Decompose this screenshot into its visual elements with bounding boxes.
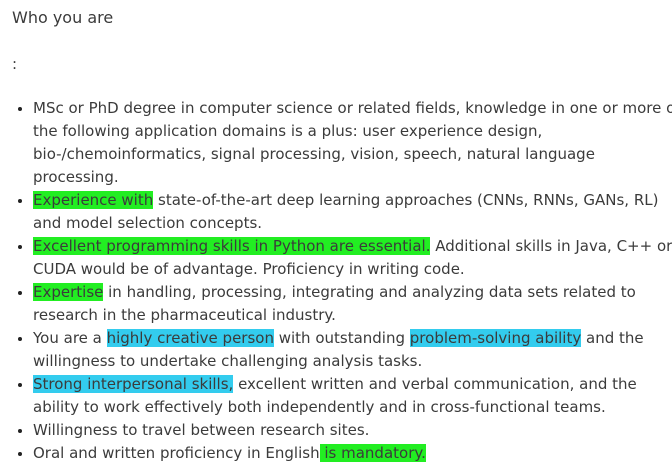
list-item-programming: Excellent programming skills in Python a…: [33, 235, 672, 281]
list-item-experience: Experience with state-of-the-art deep le…: [33, 189, 672, 235]
job-requirements-section: Who you are : MSc or PhD degree in compu…: [0, 0, 672, 462]
section-colon: :: [12, 55, 18, 73]
highlight-green: is mandatory.: [319, 444, 426, 462]
list-item-travel: Willingness to travel between research s…: [33, 419, 672, 442]
highlight-cyan: highly creative person: [106, 329, 274, 347]
section-heading: Who you are: [12, 8, 114, 27]
list-item-creative: You are a highly creative person with ou…: [33, 327, 672, 373]
item-text: MSc or PhD degree in computer science or…: [33, 99, 672, 186]
item-text: Oral and written proficiency in English: [33, 444, 320, 462]
list-item-degree: MSc or PhD degree in computer science or…: [33, 97, 672, 189]
requirements-list: MSc or PhD degree in computer science or…: [12, 97, 672, 465]
list-item-interpersonal: Strong interpersonal skills, excellent w…: [33, 373, 672, 419]
highlight-green: Expertise: [33, 283, 104, 301]
item-text: with outstanding: [273, 329, 410, 347]
highlight-cyan: Strong interpersonal skills,: [33, 375, 234, 393]
highlight-green: Excellent programming skills in Python a…: [33, 237, 431, 255]
item-text: You are a: [33, 329, 107, 347]
highlight-cyan: problem-solving ability: [409, 329, 582, 347]
item-text: in handling, processing, integrating and…: [33, 283, 636, 324]
list-item-expertise: Expertise in handling, processing, integ…: [33, 281, 672, 327]
list-item-english: Oral and written proficiency in English …: [33, 442, 672, 465]
item-text: Willingness to travel between research s…: [33, 421, 370, 439]
highlight-green: Experience with: [33, 191, 154, 209]
